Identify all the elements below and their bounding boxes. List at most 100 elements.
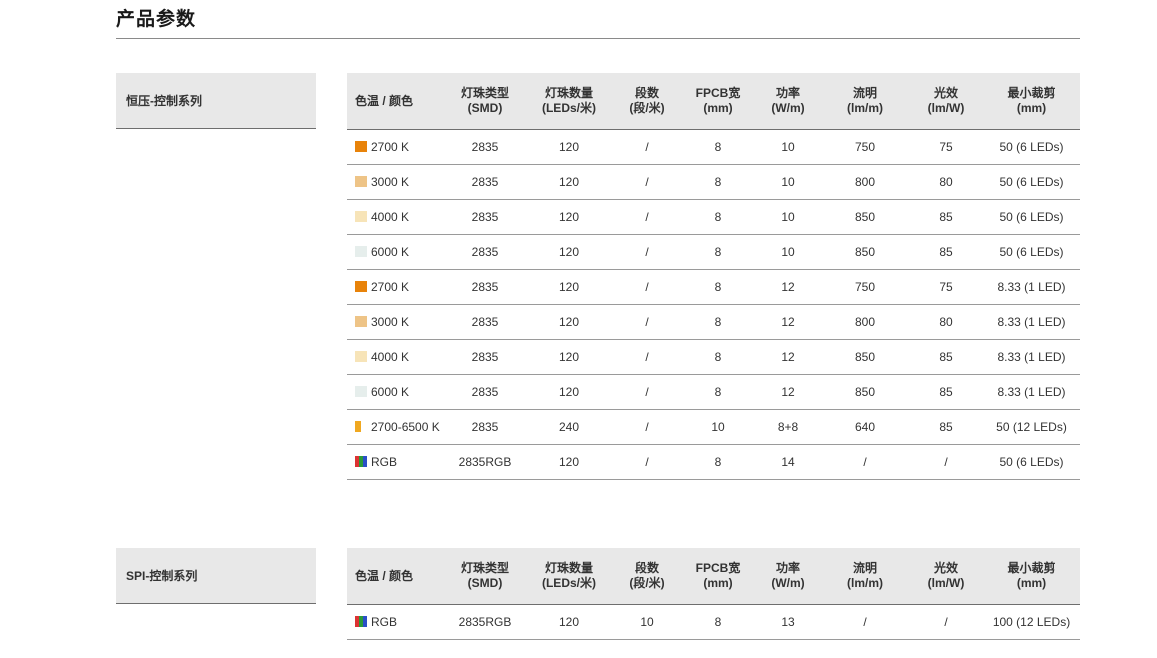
color-swatch-icon [355, 421, 361, 432]
color-label: 4000 K [371, 210, 410, 224]
smd-cell: 2835 [445, 374, 525, 410]
lumen-cell: 640 [821, 409, 909, 445]
smd-cell: 2835 [445, 409, 525, 445]
fpcb-cell: 8 [681, 269, 755, 305]
title-divider [116, 38, 1080, 39]
table-row: 3000 K 2835 120/8 12 800 80 8.33 (1 LED) [347, 304, 1080, 340]
color-cell: 4000 K [347, 339, 445, 375]
table-row: 2700 K 2835 120/8 10 750 75 50 (6 LEDs) [347, 129, 1080, 165]
power-cell: 10 [755, 129, 821, 165]
power-cell: 8+8 [755, 409, 821, 445]
lumen-cell: 850 [821, 234, 909, 270]
efficacy-cell: 85 [909, 409, 983, 445]
table-row: 4000 K 2835 120/8 12 850 85 8.33 (1 LED) [347, 339, 1080, 375]
color-swatch-icon [355, 316, 367, 327]
table-row: RGB 2835RGB 120/8 14//50 (6 LEDs) [347, 444, 1080, 480]
color-cell: 2700 K [347, 129, 445, 165]
leds-cell: 240 [525, 409, 613, 445]
fpcb-cell: 8 [681, 129, 755, 165]
segments-cell: / [613, 444, 681, 480]
efficacy-cell: 85 [909, 374, 983, 410]
color-swatch-icon [355, 246, 367, 257]
cut-cell: 100 (12 LEDs) [983, 604, 1080, 640]
table-row: 6000 K 2835 120/8 12 850 85 8.33 (1 LED) [347, 374, 1080, 410]
segments-cell: / [613, 304, 681, 340]
color-cell: 6000 K [347, 234, 445, 270]
efficacy-cell: / [909, 604, 983, 640]
section-label-spi: SPI-控制系列 [116, 548, 316, 604]
smd-cell: 2835 [445, 234, 525, 270]
header-lumen: 流明 (lm/m) [821, 548, 909, 605]
efficacy-cell: 85 [909, 199, 983, 235]
segments-cell: / [613, 269, 681, 305]
table-header-row: 色温 / 颜色 灯珠类型 (SMD) 灯珠数量 (LEDs/米) 段数 (段/米) FP… [347, 73, 1080, 130]
power-cell: 10 [755, 164, 821, 200]
color-swatch-icon [355, 141, 367, 152]
color-cell: RGB [347, 444, 445, 480]
segments-cell: / [613, 234, 681, 270]
color-swatch-icon [355, 281, 367, 292]
table-row: 3000 K 2835 120/8 10 800 80 50 (6 LEDs) [347, 164, 1080, 200]
lumen-cell: 850 [821, 339, 909, 375]
table-row: 4000 K 2835 120/8 10 850 85 50 (6 LEDs) [347, 199, 1080, 235]
segments-cell: / [613, 409, 681, 445]
color-cell: 2700-6500 K [347, 409, 445, 445]
header-color: 色温 / 颜色 [347, 73, 445, 130]
power-cell: 14 [755, 444, 821, 480]
header-power: 功率 (W/m) [755, 548, 821, 605]
segments-cell: / [613, 339, 681, 375]
table-row: 6000 K 2835 120/8 10 850 85 50 (6 LEDs) [347, 234, 1080, 270]
header-power: 功率 (W/m) [755, 73, 821, 130]
color-swatch-icon [355, 176, 367, 187]
smd-cell: 2835 [445, 164, 525, 200]
section-label-constant-voltage: 恒压-控制系列 [116, 73, 316, 129]
header-cut: 最小裁剪 (mm) [983, 548, 1080, 605]
header-efficacy: 光效 (lm/W) [909, 73, 983, 130]
power-cell: 12 [755, 304, 821, 340]
table-header-row: 色温 / 颜色 灯珠类型 (SMD) 灯珠数量 (LEDs/米) 段数 (段/米) FP… [347, 548, 1080, 605]
lumen-cell: 750 [821, 269, 909, 305]
segments-cell: / [613, 129, 681, 165]
fpcb-cell: 8 [681, 444, 755, 480]
header-smd: 灯珠类型 (SMD) [445, 548, 525, 605]
cut-cell: 8.33 (1 LED) [983, 374, 1080, 410]
fpcb-cell: 8 [681, 199, 755, 235]
spec-table-spi: 色温 / 颜色 灯珠类型 (SMD) 灯珠数量 (LEDs/米) 段数 (段/米) FP… [347, 548, 1080, 640]
segments-cell: / [613, 164, 681, 200]
header-fpcb: FPCB宽 (mm) [681, 73, 755, 130]
smd-cell: 2835 [445, 304, 525, 340]
color-label: 4000 K [371, 350, 410, 364]
cut-cell: 50 (12 LEDs) [983, 409, 1080, 445]
table-row: 2700 K 2835 120/8 12 750 75 8.33 (1 LED) [347, 269, 1080, 305]
color-label: 2700 K [371, 140, 410, 154]
smd-cell: 2835RGB [445, 444, 525, 480]
fpcb-cell: 8 [681, 304, 755, 340]
leds-cell: 120 [525, 234, 613, 270]
color-label: 6000 K [371, 245, 410, 259]
power-cell: 13 [755, 604, 821, 640]
smd-cell: 2835RGB [445, 604, 525, 640]
table-row: RGB 2835RGB 120 10 8 13//100 (12 LEDs) [347, 604, 1080, 640]
leds-cell: 120 [525, 444, 613, 480]
color-label: 3000 K [371, 175, 410, 189]
color-swatch-icon [355, 386, 367, 397]
cut-cell: 50 (6 LEDs) [983, 129, 1080, 165]
smd-cell: 2835 [445, 129, 525, 165]
lumen-cell: 850 [821, 374, 909, 410]
lumen-cell: / [821, 444, 909, 480]
efficacy-cell: 80 [909, 304, 983, 340]
header-smd: 灯珠类型 (SMD) [445, 73, 525, 130]
fpcb-cell: 8 [681, 604, 755, 640]
color-swatch-icon [355, 616, 367, 627]
header-leds: 灯珠数量 (LEDs/米) [525, 548, 613, 605]
color-cell: 4000 K [347, 199, 445, 235]
color-label: 2700-6500 K [371, 420, 440, 434]
cut-cell: 50 (6 LEDs) [983, 164, 1080, 200]
header-cut: 最小裁剪 (mm) [983, 73, 1080, 130]
cut-cell: 50 (6 LEDs) [983, 234, 1080, 270]
leds-cell: 120 [525, 199, 613, 235]
cut-cell: 8.33 (1 LED) [983, 269, 1080, 305]
segments-cell: / [613, 374, 681, 410]
leds-cell: 120 [525, 269, 613, 305]
cut-cell: 50 (6 LEDs) [983, 444, 1080, 480]
